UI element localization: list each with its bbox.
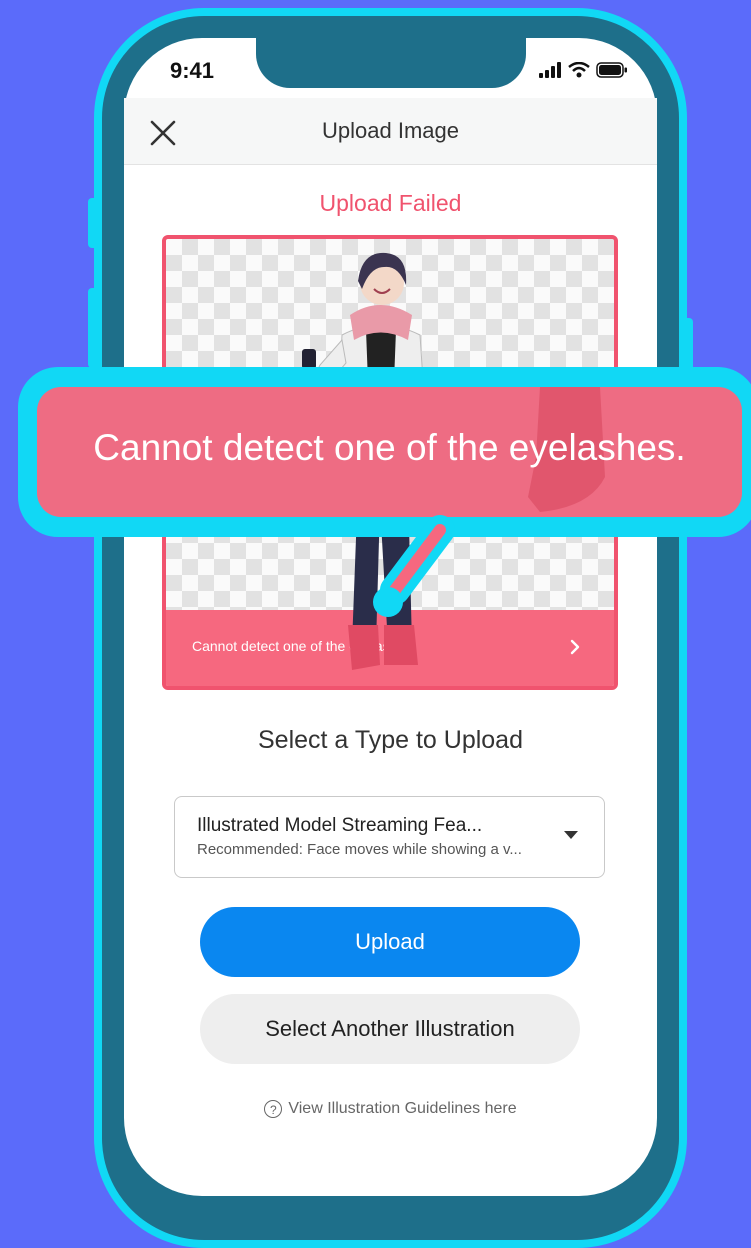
wifi-icon bbox=[568, 62, 590, 78]
guidelines-link[interactable]: ? View Illustration Guidelines here bbox=[124, 1100, 657, 1118]
upload-status-title: Upload Failed bbox=[319, 190, 462, 216]
phone-side-button bbox=[88, 198, 98, 248]
callout-message: Cannot detect one of the eyelashes. bbox=[93, 427, 686, 468]
page-title: Upload Image bbox=[322, 118, 459, 143]
select-description: Recommended: Face moves while showing a … bbox=[197, 841, 522, 858]
upload-button[interactable]: Upload bbox=[200, 907, 580, 977]
callout-pointer bbox=[373, 515, 455, 617]
select-value: Illustrated Model Streaming Fea... bbox=[197, 815, 483, 836]
select-another-button[interactable]: Select Another Illustration bbox=[200, 994, 580, 1064]
phone-side-button bbox=[88, 288, 98, 368]
status-time: 9:41 bbox=[170, 58, 215, 83]
signal-icon bbox=[539, 62, 561, 78]
status-icons bbox=[538, 62, 628, 78]
help-icon: ? bbox=[264, 1100, 283, 1118]
section-heading: Select a Type to Upload bbox=[258, 726, 523, 754]
dropdown-caret-icon bbox=[564, 831, 578, 839]
chevron-right-icon[interactable] bbox=[566, 638, 584, 656]
battery-icon bbox=[596, 62, 627, 78]
upload-type-select[interactable]: Illustrated Model Streaming Fea... Recom… bbox=[174, 796, 605, 878]
phone-notch bbox=[256, 38, 526, 88]
guidelines-link-label: View Illustration Guidelines here bbox=[288, 1100, 517, 1117]
